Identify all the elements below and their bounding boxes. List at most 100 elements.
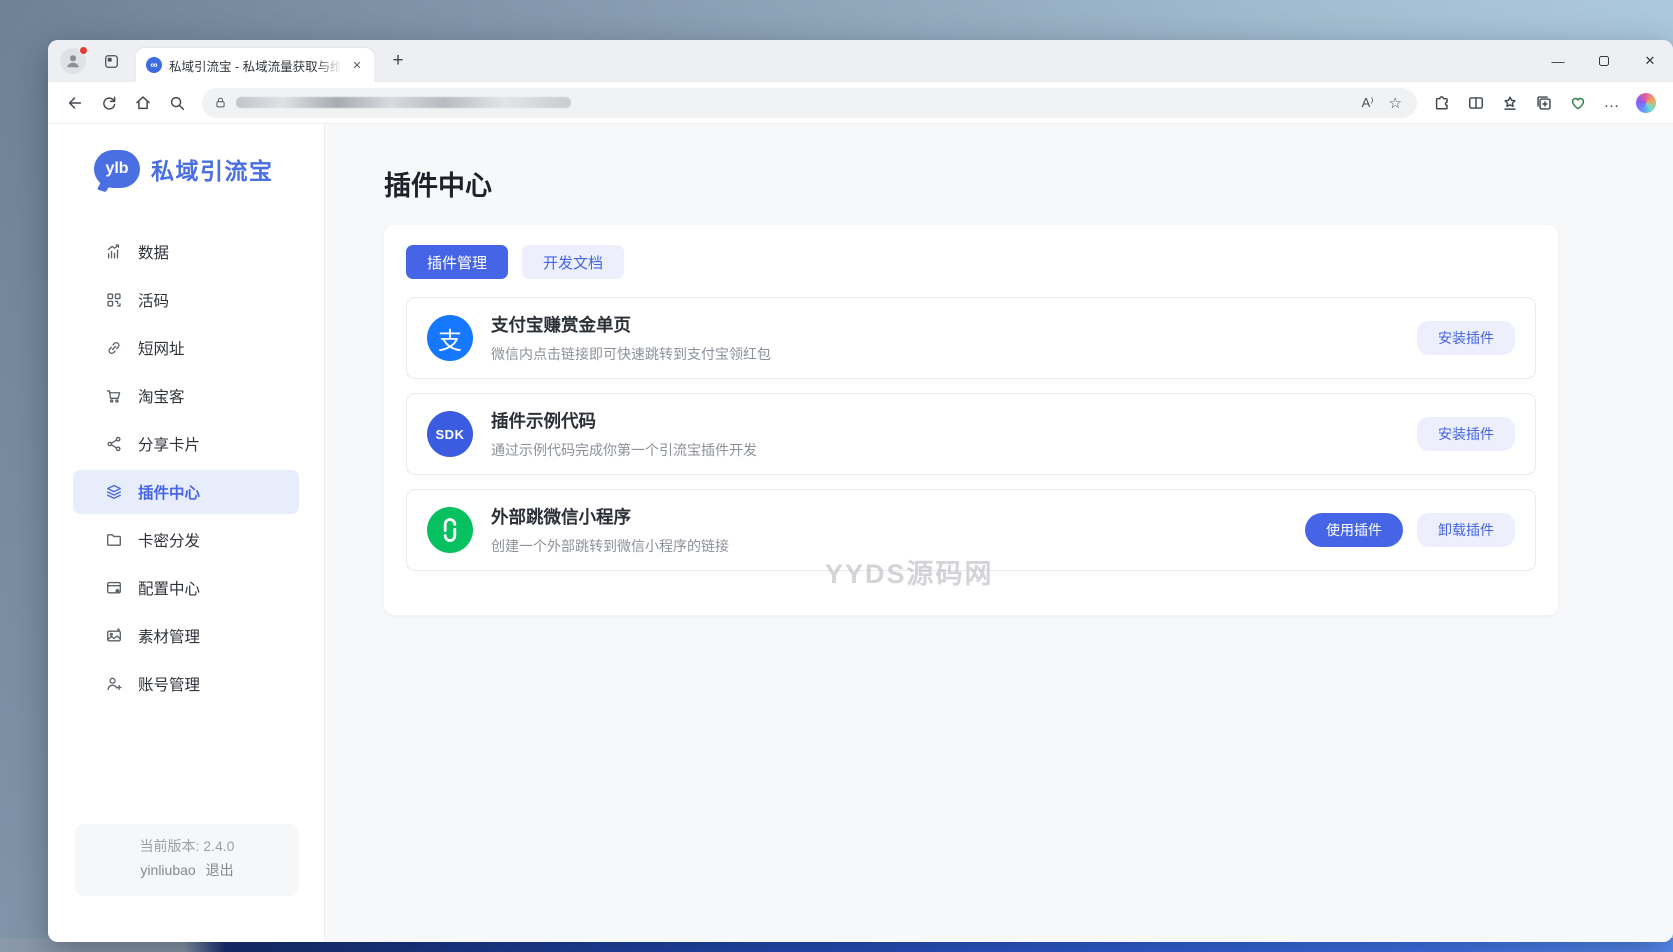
browser-titlebar: ∞ 私域引流宝 - 私域流量获取与维护 ✕ + — ✕: [48, 40, 1673, 82]
account-name: yinliubao: [140, 862, 195, 878]
sidebar-item-label: 数据: [138, 241, 169, 263]
sidebar-item-label: 素材管理: [138, 625, 200, 647]
home-button[interactable]: [126, 86, 160, 120]
layers-icon: [105, 483, 123, 501]
plugin-card-alipay: 支 支付宝赚赏金单页 微信内点击链接即可快速跳转到支付宝领红包 安装插件: [406, 297, 1536, 379]
page-content: ylb 私域引流宝 数据 活码 短网址: [48, 124, 1673, 942]
tab-actions-menu-icon[interactable]: [98, 48, 124, 74]
sidebar-item-card-key[interactable]: 卡密分发: [73, 518, 299, 562]
extensions-puzzle-icon: [1433, 94, 1451, 112]
sidebar: ylb 私域引流宝 数据 活码 短网址: [48, 124, 325, 942]
sidebar-item-config-center[interactable]: 配置中心: [73, 566, 299, 610]
plugin-actions: 使用插件 卸载插件: [1305, 513, 1515, 547]
split-screen-icon: [1467, 94, 1485, 112]
sidebar-item-label: 账号管理: [138, 673, 200, 695]
back-button[interactable]: [58, 86, 92, 120]
browser-window: ∞ 私域引流宝 - 私域流量获取与维护 ✕ + — ✕: [48, 40, 1673, 942]
plugin-info: 插件示例代码 通过示例代码完成你第一个引流宝插件开发: [491, 408, 1417, 460]
user-plus-icon: [105, 675, 123, 693]
sdk-icon: SDK: [427, 411, 473, 457]
cart-icon: [105, 387, 123, 405]
wallet-icon: [105, 531, 123, 549]
plugin-title: 支付宝赚赏金单页: [491, 312, 1417, 337]
install-plugin-button[interactable]: 安装插件: [1417, 321, 1515, 355]
home-icon: [134, 94, 152, 112]
tab-title: 私域引流宝 - 私域流量获取与维护: [169, 56, 341, 75]
sidebar-item-label: 活码: [138, 289, 169, 311]
link-icon: [105, 339, 123, 357]
sidebar-item-plugin-center[interactable]: 插件中心: [73, 470, 299, 514]
plugin-desc: 创建一个外部跳转到微信小程序的链接: [491, 536, 1305, 556]
sidebar-item-label: 卡密分发: [138, 529, 200, 551]
chart-icon: [105, 243, 123, 261]
version-text: 当前版本: 2.4.0: [75, 835, 299, 859]
logout-link[interactable]: 退出: [206, 862, 234, 878]
lock-icon: [214, 96, 227, 109]
desktop-background: ∞ 私域引流宝 - 私域流量获取与维护 ✕ + — ✕: [0, 0, 1673, 952]
plugin-info: 支付宝赚赏金单页 微信内点击链接即可快速跳转到支付宝领红包: [491, 312, 1417, 364]
maximize-button[interactable]: [1581, 40, 1627, 82]
read-aloud-icon[interactable]: A⁾: [1359, 95, 1377, 111]
search-button[interactable]: [160, 86, 194, 120]
extensions-button[interactable]: [1425, 86, 1459, 120]
qr-grid-icon: [105, 291, 123, 309]
sidebar-item-taobao[interactable]: 淘宝客: [73, 374, 299, 418]
split-screen-button[interactable]: [1459, 86, 1493, 120]
version-box: 当前版本: 2.4.0 yinliubao 退出: [75, 824, 299, 896]
favorites-button[interactable]: [1493, 86, 1527, 120]
collections-button[interactable]: [1527, 86, 1561, 120]
close-button[interactable]: ✕: [1627, 40, 1673, 82]
window-controls: — ✕: [1535, 40, 1673, 82]
install-plugin-button[interactable]: 安装插件: [1417, 417, 1515, 451]
plugin-title: 外部跳微信小程序: [491, 504, 1305, 529]
sidebar-item-label: 淘宝客: [138, 385, 185, 407]
plugin-desc: 通过示例代码完成你第一个引流宝插件开发: [491, 440, 1417, 460]
uninstall-plugin-button[interactable]: 卸载插件: [1417, 513, 1515, 547]
back-icon: [66, 94, 84, 112]
plugin-card-sdk: SDK 插件示例代码 通过示例代码完成你第一个引流宝插件开发 安装插件: [406, 393, 1536, 475]
sidebar-item-label: 插件中心: [138, 481, 200, 503]
image-icon: [105, 627, 123, 645]
logo-bubble-icon: ylb: [94, 150, 140, 188]
sidebar-item-share-card[interactable]: 分享卡片: [73, 422, 299, 466]
sidebar-item-live-code[interactable]: 活码: [73, 278, 299, 322]
wechat-miniprogram-icon: [427, 507, 473, 553]
plugin-info: 外部跳微信小程序 创建一个外部跳转到微信小程序的链接: [491, 504, 1305, 556]
sidebar-item-label: 配置中心: [138, 577, 200, 599]
add-favorite-icon[interactable]: ☆: [1386, 94, 1405, 112]
plugin-panel: 插件管理 开发文档 支 支付宝赚赏金单页 微信内点击链接即可快速跳转到支付宝领红…: [384, 225, 1558, 615]
more-options-icon: …: [1604, 94, 1621, 112]
site-favicon-icon: ∞: [146, 57, 162, 73]
profile-avatar[interactable]: [60, 48, 86, 74]
tab-dev-docs[interactable]: 开发文档: [522, 245, 624, 279]
refresh-button[interactable]: [92, 86, 126, 120]
new-tab-button[interactable]: +: [384, 47, 412, 75]
sidebar-item-accounts[interactable]: 账号管理: [73, 662, 299, 706]
logo-text: 私域引流宝: [151, 152, 274, 186]
minimize-button[interactable]: —: [1535, 40, 1581, 82]
sidebar-menu: 数据 活码 短网址 淘宝客: [48, 218, 324, 706]
refresh-icon: [100, 94, 118, 112]
collections-icon: [1535, 94, 1553, 112]
app-logo: ylb 私域引流宝: [48, 150, 324, 188]
essentials-heart-icon: [1569, 94, 1587, 112]
use-plugin-button[interactable]: 使用插件: [1305, 513, 1403, 547]
sidebar-item-short-url[interactable]: 短网址: [73, 326, 299, 370]
plugin-card-wechat-mini: 外部跳微信小程序 创建一个外部跳转到微信小程序的链接 使用插件 卸载插件: [406, 489, 1536, 571]
sidebar-item-materials[interactable]: 素材管理: [73, 614, 299, 658]
maximize-icon: [1599, 56, 1609, 66]
tab-plugin-management[interactable]: 插件管理: [406, 245, 508, 279]
main-area: 插件中心 插件管理 开发文档 支 支付宝赚赏金单页 微信内点击链接即可快速跳转到…: [325, 124, 1673, 942]
plugin-desc: 微信内点击链接即可快速跳转到支付宝领红包: [491, 344, 1417, 364]
address-bar[interactable]: A⁾ ☆: [202, 88, 1417, 118]
tab-close-icon[interactable]: ✕: [348, 56, 366, 74]
settings-more-button[interactable]: …: [1595, 86, 1629, 120]
sidebar-item-data[interactable]: 数据: [73, 230, 299, 274]
browser-tab[interactable]: ∞ 私域引流宝 - 私域流量获取与维护 ✕: [136, 48, 374, 82]
plugin-actions: 安装插件: [1417, 321, 1515, 355]
plugin-actions: 安装插件: [1417, 417, 1515, 451]
url-redacted-text: [236, 97, 571, 108]
browser-essentials-button[interactable]: [1561, 86, 1595, 120]
copilot-icon[interactable]: [1636, 93, 1656, 113]
share-icon: [105, 435, 123, 453]
